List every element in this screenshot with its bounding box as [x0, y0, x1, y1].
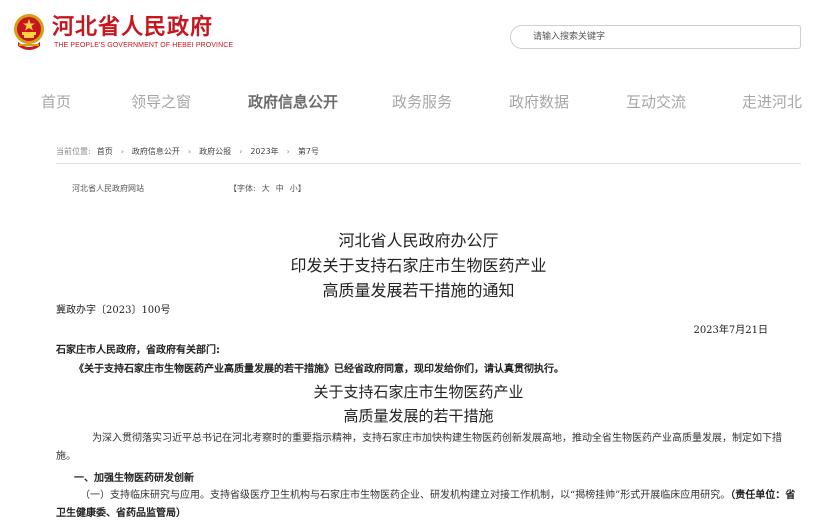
font-size-small-button[interactable]: 小】	[290, 184, 306, 193]
document-number: 冀政办字〔2023〕100号	[56, 305, 171, 316]
breadcrumb-item-home[interactable]: 首页	[97, 146, 113, 158]
main-nav: 首页 领导之窗 政府信息公开 政务服务 政府数据 互动交流 走进河北	[0, 90, 837, 114]
document-date: 2023年7月21日	[693, 325, 768, 336]
font-size-medium-button[interactable]: 中	[276, 184, 284, 193]
nav-item-gov-services[interactable]: 政务服务	[392, 90, 452, 114]
measures-title-line-1: 关于支持石家庄市生物医药产业	[313, 383, 524, 401]
breadcrumb-separator-icon: ›	[120, 147, 124, 156]
document-addressee: 石家庄市人民政府，省政府有关部门:	[56, 345, 220, 356]
font-size-control: 【字体: 大中小】	[229, 183, 312, 194]
breadcrumb: 当前位置: 首页 › 政府信息公开 › 政府公报 › 2023年 › 第7号	[56, 146, 801, 164]
font-size-label: 【字体:	[229, 184, 256, 193]
measure-text: （一）支持临床研究与应用。支持省级医疗卫生机构与石家庄市生物医药企业、研发机构建…	[80, 490, 731, 501]
font-size-large-button[interactable]: 大	[262, 184, 270, 193]
nav-item-interaction[interactable]: 互动交流	[626, 90, 686, 114]
breadcrumb-separator-icon: ›	[239, 147, 243, 156]
site-name[interactable]: 河北省人民政府	[52, 14, 213, 40]
article-source: 河北省人民政府网站	[72, 184, 144, 193]
measures-title-line-2: 高质量发展的若干措施	[343, 407, 494, 425]
nav-item-info-disclosure[interactable]: 政府信息公开	[248, 90, 338, 114]
site-name-english: THE PEOPLE'S GOVERNMENT OF HEBEI PROVINC…	[54, 42, 234, 49]
search-input[interactable]: 请输入搜索关键字	[510, 25, 801, 49]
breadcrumb-item-info-disclosure[interactable]: 政府信息公开	[132, 146, 180, 158]
nav-item-about-hebei[interactable]: 走进河北	[742, 90, 802, 114]
breadcrumb-item-issue[interactable]: 第7号	[298, 146, 319, 158]
national-emblem-logo	[14, 14, 44, 50]
nav-item-gov-data[interactable]: 政府数据	[509, 90, 569, 114]
breadcrumb-prefix: 当前位置:	[56, 147, 91, 156]
breadcrumb-item-gazette[interactable]: 政府公报	[199, 146, 231, 158]
intro-paragraph: 为深入贯彻落实习近平总书记在河北考察时的重要指示精神，支持石家庄市加快构建生物医…	[56, 433, 782, 462]
document-title-line-3: 高质量发展若干措施的通知	[322, 281, 515, 300]
measure-paragraph-1: （一）支持临床研究与应用。支持省级医疗卫生机构与石家庄市生物医药企业、研发机构建…	[56, 487, 801, 523]
section-heading-1: 一、加强生物医药研发创新	[74, 473, 194, 484]
breadcrumb-separator-icon: ›	[286, 147, 290, 156]
breadcrumb-item-year[interactable]: 2023年	[250, 146, 278, 158]
document-title-line-2: 印发关于支持石家庄市生物医药产业	[290, 256, 547, 275]
document-notice: 《关于支持石家庄市生物医药产业高质量发展的若干措施》已经省政府同意，现印发给你们…	[74, 364, 564, 375]
document-title-line-1: 河北省人民政府办公厅	[338, 231, 499, 250]
nav-item-leaders[interactable]: 领导之窗	[131, 90, 191, 114]
breadcrumb-separator-icon: ›	[187, 147, 192, 156]
nav-item-home[interactable]: 首页	[41, 90, 71, 114]
